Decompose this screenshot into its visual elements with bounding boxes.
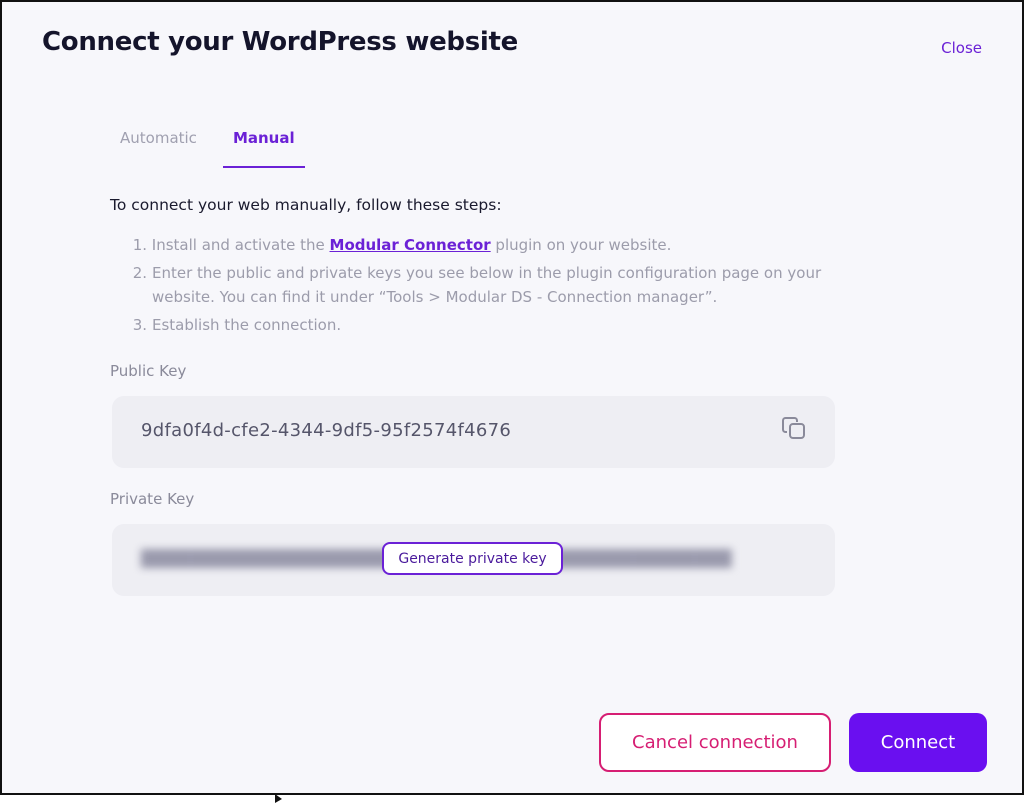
step-text: Enter the public and private keys you se…: [152, 264, 822, 306]
step-number: 1.: [132, 236, 147, 254]
modular-connector-link[interactable]: Modular Connector: [330, 236, 491, 254]
step-text-after: plugin on your website.: [490, 236, 672, 254]
public-key-value: 9dfa0f4d-cfe2-4344-9df5-95f2574f4676: [141, 420, 512, 441]
connect-wordpress-dialog: Connect your WordPress website Close Aut…: [0, 0, 1024, 803]
tab-manual[interactable]: Manual: [222, 120, 305, 168]
private-key-field: ████████████████████████████████████████…: [112, 524, 835, 596]
step-text-before: Install and activate the: [151, 236, 330, 254]
step-text: Install and activate the Modular Connect…: [147, 233, 830, 257]
dialog-title: Connect your WordPress website: [42, 27, 518, 57]
copy-icon[interactable]: [779, 414, 809, 444]
private-key-label: Private Key: [110, 490, 195, 508]
list-item: 2. Enter the public and private keys you…: [110, 261, 830, 309]
mouse-cursor: [275, 788, 283, 803]
public-key-field: 9dfa0f4d-cfe2-4344-9df5-95f2574f4676: [112, 396, 835, 468]
public-key-label: Public Key: [110, 362, 187, 380]
step-number: 3.: [132, 316, 147, 334]
step-number: 2.: [132, 264, 147, 282]
close-button[interactable]: Close: [941, 39, 982, 57]
tab-bar: Automatic Manual: [110, 120, 305, 170]
instructions-intro: To connect your web manually, follow the…: [110, 196, 502, 214]
generate-private-key-button[interactable]: Generate private key: [382, 542, 563, 575]
instructions-steps: 1. Install and activate the Modular Conn…: [110, 233, 830, 341]
tab-automatic[interactable]: Automatic: [110, 120, 207, 168]
cancel-connection-button[interactable]: Cancel connection: [599, 713, 831, 772]
connect-button[interactable]: Connect: [849, 713, 987, 772]
list-item: 3. Establish the connection.: [110, 313, 830, 337]
list-item: 1. Install and activate the Modular Conn…: [110, 233, 830, 257]
step-text: Establish the connection.: [152, 316, 342, 334]
